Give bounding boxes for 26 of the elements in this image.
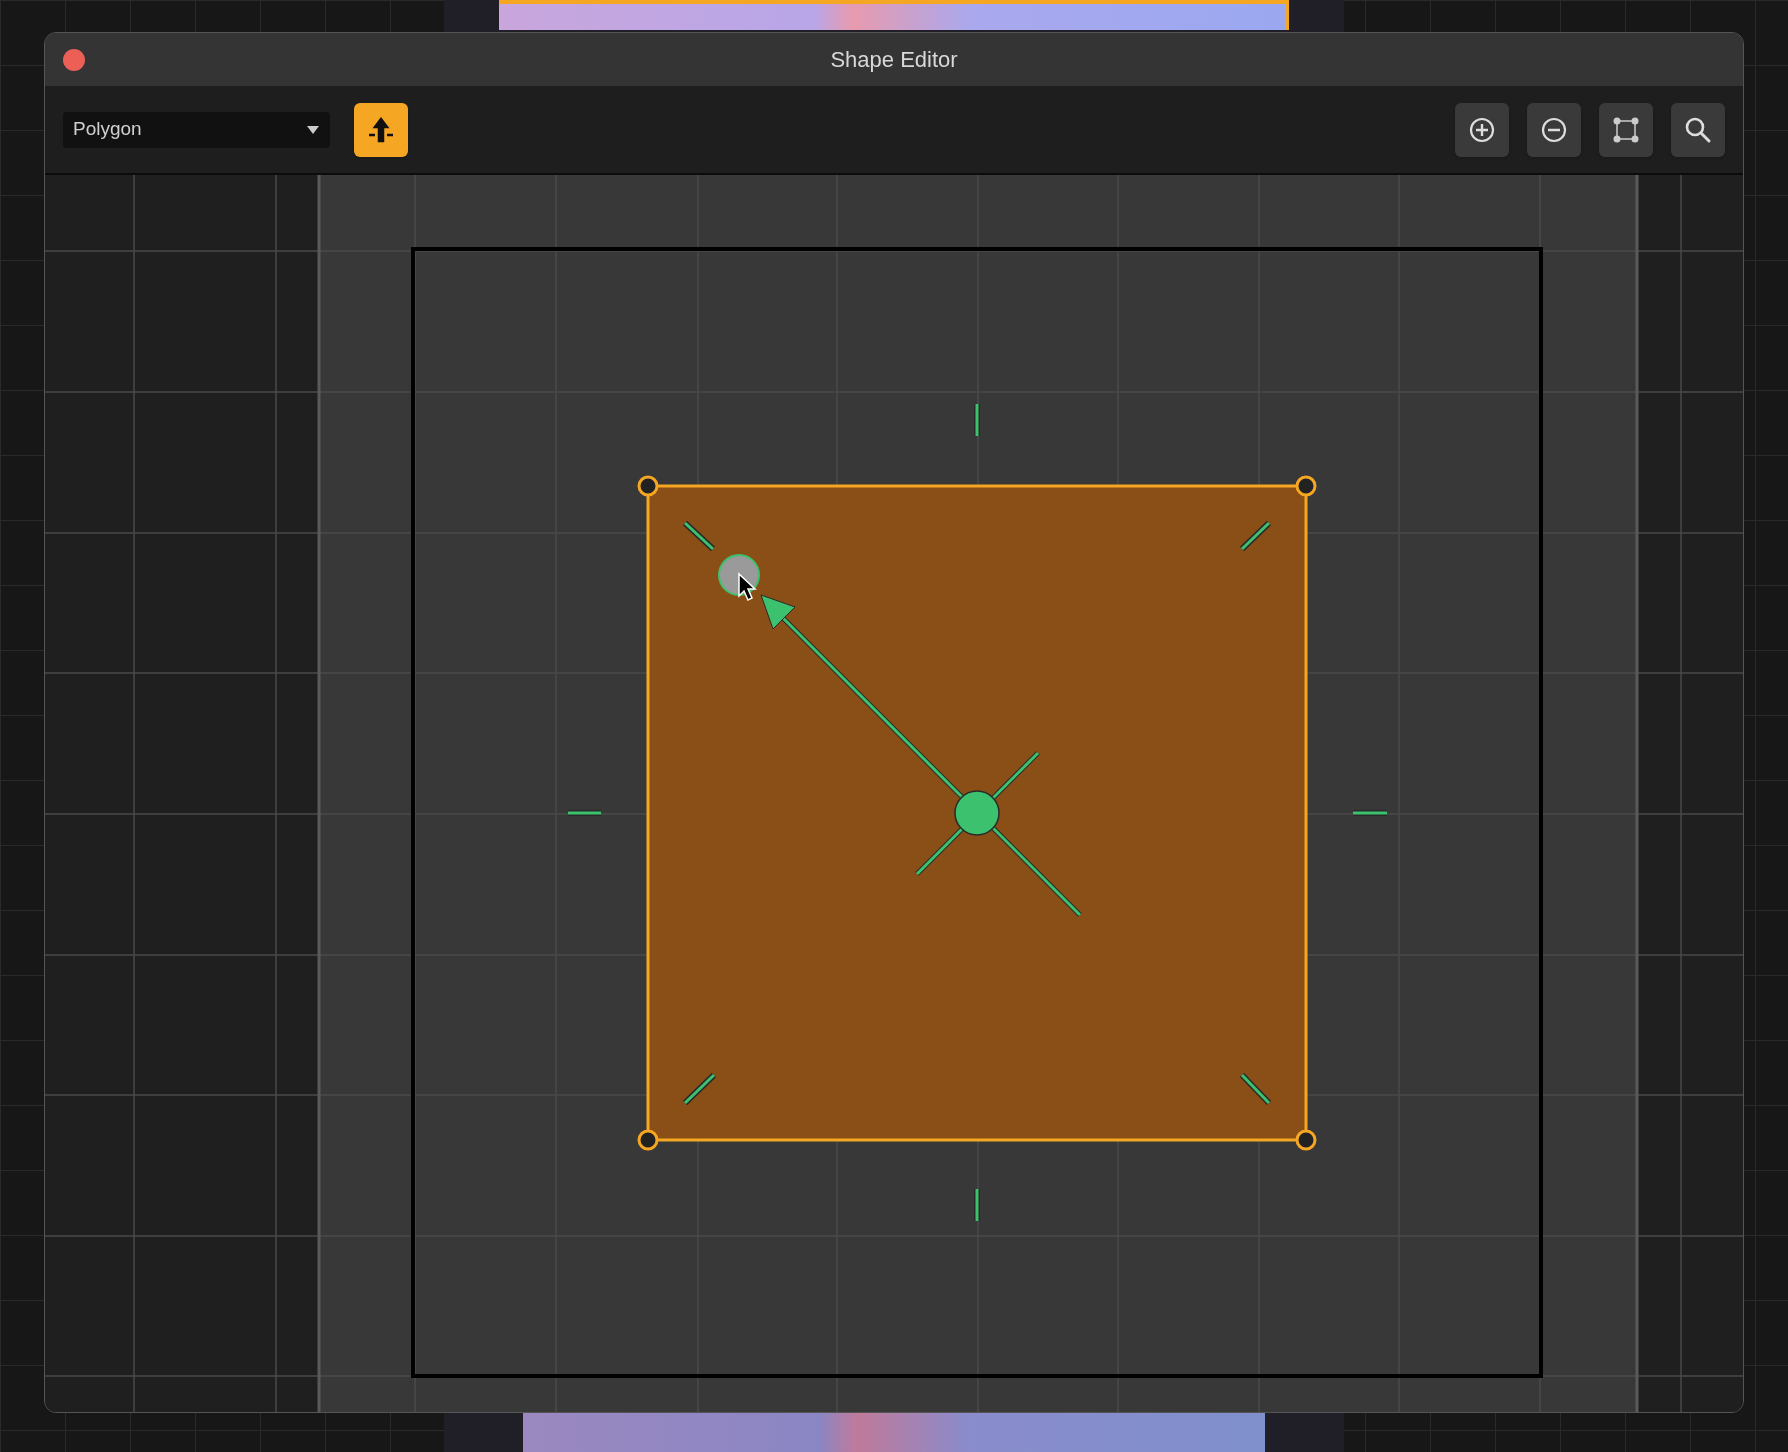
fit-button[interactable] <box>1599 102 1653 157</box>
tick-mark <box>682 1072 717 1106</box>
tick-mark <box>1353 810 1387 816</box>
cursor-icon <box>738 572 757 602</box>
tick-mark <box>568 810 601 816</box>
center-handle[interactable] <box>954 790 1000 836</box>
tick-mark <box>1239 1072 1272 1106</box>
tick-mark <box>682 520 716 552</box>
search-button[interactable] <box>1671 102 1725 157</box>
dropdown-caret-icon <box>306 124 320 135</box>
zoom-out-icon <box>1540 115 1568 144</box>
shape-type-dropdown[interactable]: Polygon <box>63 111 330 148</box>
vertex-handle[interactable] <box>1295 1129 1317 1151</box>
tick-mark <box>974 1189 980 1221</box>
vertex-handle[interactable] <box>637 1129 659 1151</box>
tick-mark <box>1239 520 1272 552</box>
vertex-handle[interactable] <box>637 475 659 497</box>
zoom-in-icon <box>1468 115 1496 144</box>
close-button[interactable] <box>63 48 85 71</box>
vertex-handle[interactable] <box>1295 475 1317 497</box>
tick-mark <box>974 404 980 436</box>
search-icon <box>1684 115 1712 144</box>
anchor-button[interactable] <box>354 102 408 157</box>
anchor-arrow-icon <box>367 115 395 144</box>
bounding-box-icon <box>1612 115 1640 144</box>
window-title: Shape Editor <box>830 46 958 75</box>
